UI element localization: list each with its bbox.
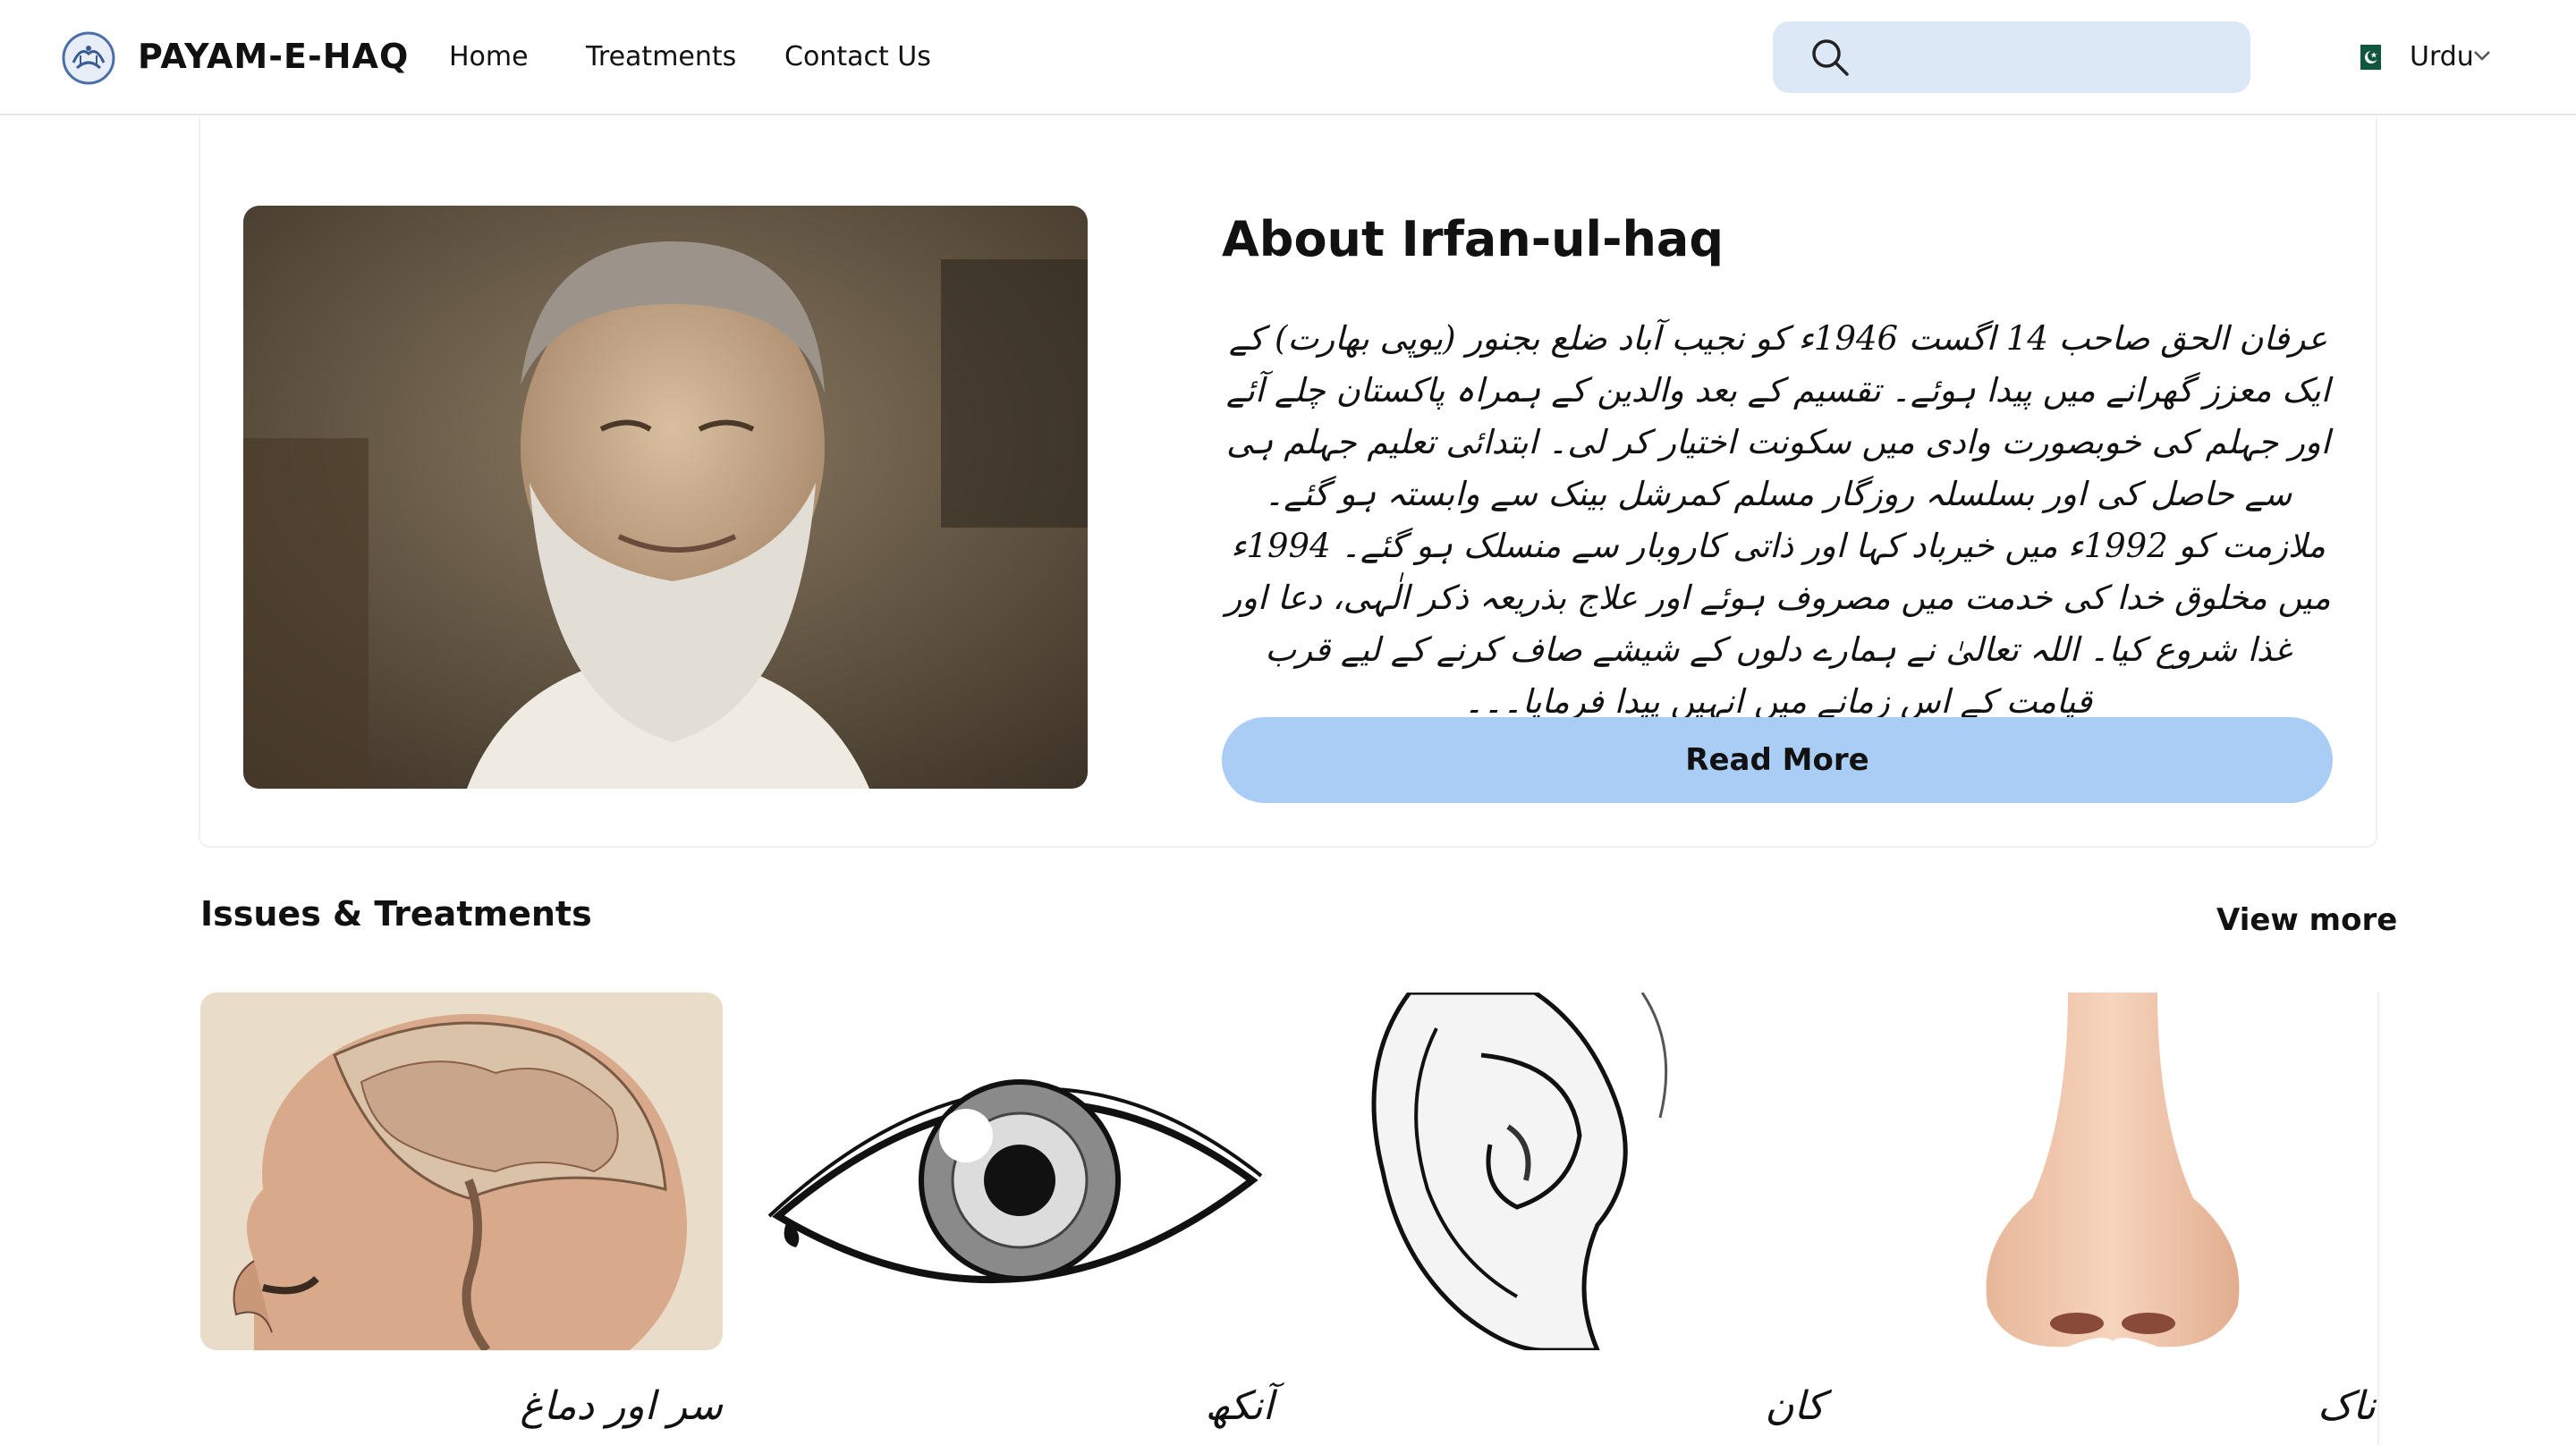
issues-section-title: Issues & Treatments (200, 894, 592, 934)
logo-icon[interactable] (61, 30, 116, 86)
treatment-card-ear[interactable]: کان (1302, 993, 1825, 1445)
head-brain-image[interactable] (200, 993, 723, 1350)
view-more-link[interactable]: View more (2216, 898, 2397, 942)
nav-contact-us[interactable]: Contact Us (784, 36, 931, 79)
about-title: About Irfan-ul-haq (1222, 211, 1724, 267)
read-more-button[interactable]: Read More (1222, 717, 2333, 803)
nav-home[interactable]: Home (449, 36, 529, 79)
about-description: عرفان الحق صاحب 14 اگست 1946ء کو نجیب آب… (1225, 319, 2331, 721)
treatment-label-head-brain[interactable]: سر اور دماغ (520, 1368, 723, 1445)
treatment-label-nose[interactable]: ناک (2318, 1368, 2376, 1445)
search-input[interactable] (1862, 34, 2229, 80)
search-bar[interactable] (1773, 21, 2250, 93)
top-navbar: PAYAM-E-HAQ Home Treatments Contact Us U… (0, 0, 2576, 115)
brand-name[interactable]: PAYAM-E-HAQ (138, 34, 409, 79)
language-selector[interactable]: Urdu (2410, 36, 2474, 79)
treatment-card-nose[interactable]: ناک (1853, 993, 2376, 1445)
pakistan-flag-icon (2354, 45, 2381, 70)
nav-treatments[interactable]: Treatments (586, 36, 736, 79)
treatment-card-eye[interactable]: آنکھ (751, 993, 1274, 1445)
section-divider (2377, 993, 2379, 1445)
eye-image[interactable] (751, 993, 1274, 1350)
ear-image[interactable] (1302, 993, 1825, 1350)
nose-image[interactable] (1853, 993, 2376, 1350)
search-icon[interactable] (1810, 38, 1850, 77)
treatment-label-ear[interactable]: کان (1765, 1368, 1825, 1445)
treatment-label-eye[interactable]: آنکھ (1205, 1368, 1274, 1445)
treatment-card-head-brain[interactable]: سر اور دماغ (200, 993, 723, 1445)
portrait-image (243, 206, 1088, 789)
chevron-down-icon[interactable] (2472, 48, 2492, 63)
